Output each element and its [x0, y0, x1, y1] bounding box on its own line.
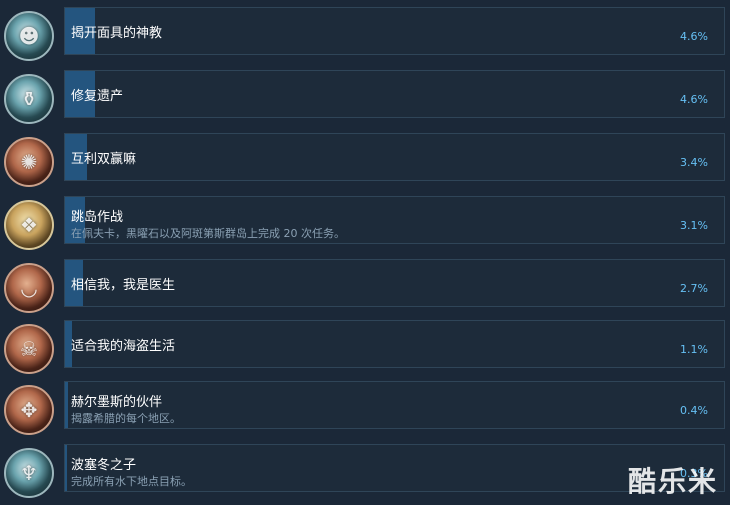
- progress-bar: [65, 382, 68, 428]
- trident-icon: ♆: [4, 448, 54, 498]
- achievement-title: 修复遗产: [71, 89, 124, 104]
- watermark-logo: 酷乐米: [628, 465, 719, 498]
- relic-icon: ⚱: [4, 74, 54, 124]
- achievement-row[interactable]: ✥ 赫尔墨斯的伙伴 揭露希腊的每个地区。 0.4%: [0, 381, 730, 437]
- achievement-row[interactable]: ☠ 适合我的海盗生活 1.1%: [0, 320, 730, 376]
- achievement-title: 波塞冬之子: [71, 458, 137, 473]
- achievement-title: 相信我，我是医生: [71, 278, 176, 293]
- knot-icon: ❖: [4, 200, 54, 250]
- handshake-icon: ✺: [4, 137, 54, 187]
- progress-bar: [65, 445, 67, 491]
- mortar-pestle-icon: ◡: [4, 263, 54, 313]
- compass-icon: ✥: [4, 385, 54, 435]
- achievement-panel: 波塞冬之子 完成所有水下地点目标。 0.3%: [64, 444, 725, 492]
- achievement-panel: 修复遗产 4.6%: [64, 70, 725, 118]
- achievement-percent: 3.4%: [680, 156, 708, 169]
- achievement-description: 完成所有水下地点目标。: [71, 475, 192, 488]
- achievement-panel: 揭开面具的神教 4.6%: [64, 7, 725, 55]
- achievement-row[interactable]: ☻ 揭开面具的神教 4.6%: [0, 7, 730, 63]
- masked-face-icon: ☻: [4, 11, 54, 61]
- achievement-panel: 互利双赢嘛 3.4%: [64, 133, 725, 181]
- achievement-description: 在佩夫卡，黑曜石以及阿斑第斯群岛上完成 20 次任务。: [71, 227, 345, 240]
- achievement-percent: 3.1%: [680, 219, 708, 232]
- achievement-row[interactable]: ◡ 相信我，我是医生 2.7%: [0, 259, 730, 315]
- achievement-percent: 1.1%: [680, 343, 708, 356]
- achievement-panel: 跳岛作战 在佩夫卡，黑曜石以及阿斑第斯群岛上完成 20 次任务。 3.1%: [64, 196, 725, 244]
- achievement-title: 互利双赢嘛: [71, 152, 137, 167]
- achievement-description: 揭露希腊的每个地区。: [71, 412, 181, 425]
- achievement-percent: 0.4%: [680, 404, 708, 417]
- achievement-panel: 赫尔墨斯的伙伴 揭露希腊的每个地区。 0.4%: [64, 381, 725, 429]
- achievement-title: 揭开面具的神教: [71, 26, 163, 41]
- achievement-panel: 适合我的海盗生活 1.1%: [64, 320, 725, 368]
- achievement-row[interactable]: ✺ 互利双赢嘛 3.4%: [0, 133, 730, 189]
- achievement-percent: 4.6%: [680, 93, 708, 106]
- achievement-row[interactable]: ⚱ 修复遗产 4.6%: [0, 70, 730, 126]
- achievement-row[interactable]: ♆ 波塞冬之子 完成所有水下地点目标。 0.3%: [0, 444, 730, 500]
- pirate-icon: ☠: [4, 324, 54, 374]
- achievement-title: 赫尔墨斯的伙伴: [71, 395, 163, 410]
- achievement-title: 跳岛作战: [71, 210, 124, 225]
- achievement-title: 适合我的海盗生活: [71, 339, 176, 354]
- achievement-row[interactable]: ❖ 跳岛作战 在佩夫卡，黑曜石以及阿斑第斯群岛上完成 20 次任务。 3.1%: [0, 196, 730, 252]
- achievement-percent: 2.7%: [680, 282, 708, 295]
- achievement-panel: 相信我，我是医生 2.7%: [64, 259, 725, 307]
- achievement-percent: 4.6%: [680, 30, 708, 43]
